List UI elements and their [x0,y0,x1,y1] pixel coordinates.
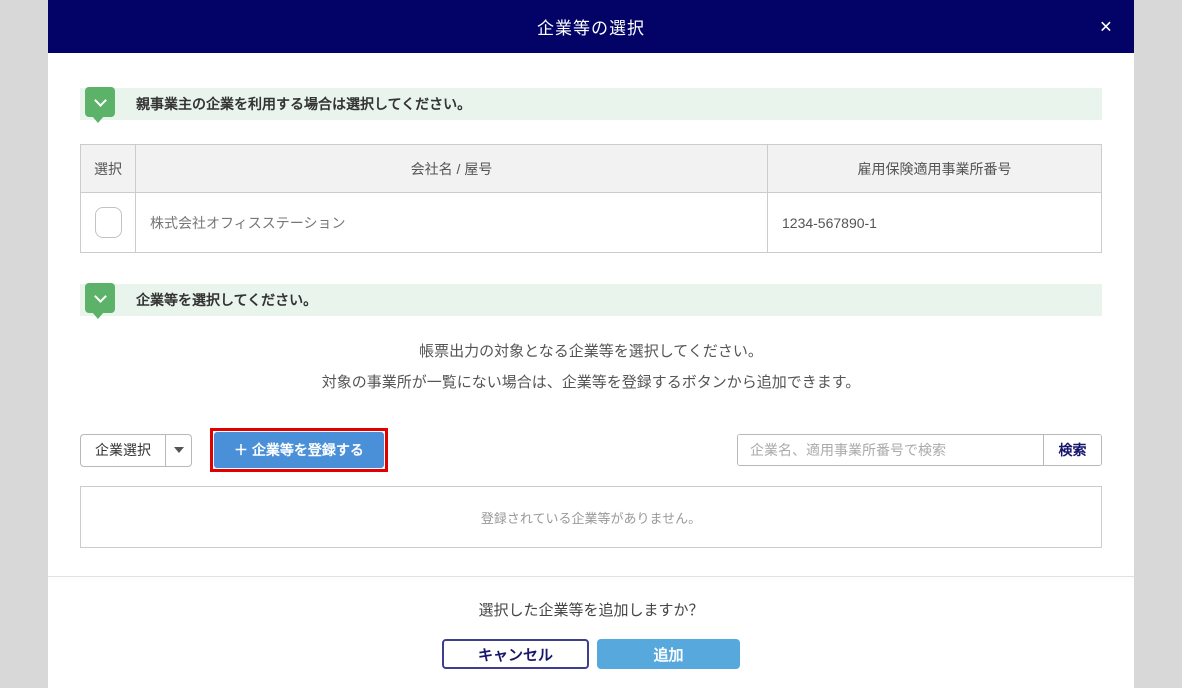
company-select-dropdown[interactable]: 企業選択 [80,433,192,467]
section-parent-label: 親事業主の企業を利用する場合は選択してください。 [136,96,472,112]
footer-divider [48,576,1134,577]
section-select-company: 企業等を選択してください。 [80,283,1102,319]
caret-segment[interactable] [165,434,191,466]
empty-company-list: 登録されている企業等がありません。 [80,486,1102,548]
instruction-line-1: 帳票出力の対象となる企業等を選択してください。 [419,343,763,360]
footer-buttons: キャンセル 追加 [48,639,1134,669]
header-company-name: 会社名 / 屋号 [135,144,768,193]
table-row: 株式会社オフィスステーション 1234-567890-1 [80,192,1102,253]
header-insurance-number: 雇用保険適用事業所番号 [767,144,1102,193]
company-select-checkbox[interactable] [94,207,122,238]
modal-header: 企業等の選択 × [48,0,1134,53]
footer-question: 選択した企業等を追加しますか？ [478,602,704,619]
section-parent-company: 親事業主の企業を利用する場合は選択してください。 [80,87,1102,123]
empty-list-message: 登録されている企業等がありません。 [480,510,702,526]
instructions: 帳票出力の対象となる企業等を選択してください。 対象の事業所が一覧にない場合は、… [48,336,1134,398]
highlight-red-frame: ＋ 企業等を登録する [210,428,388,472]
header-select: 選択 [80,144,136,193]
instruction-line-2: 対象の事業所が一覧にない場合は、企業等を登録するボタンから追加できます。 [321,374,861,391]
modal-title: 企業等の選択 [537,19,645,38]
chevron-down-icon [93,289,107,303]
close-icon[interactable]: × [1100,16,1112,37]
parent-company-table: 選択 会社名 / 屋号 雇用保険適用事業所番号 株式会社オフィスステーション 1… [80,144,1102,253]
register-company-button[interactable]: ＋ 企業等を登録する [214,432,384,468]
search-group: 検索 [737,434,1102,466]
company-select-modal: 企業等の選択 × 親事業主の企業を利用する場合は選択してください。 選択 会社名… [48,0,1134,688]
search-input[interactable] [738,435,1043,465]
controls-row: 企業選択 ＋ 企業等を登録する 検索 [80,428,1102,472]
company-name-cell: 株式会社オフィスステーション [135,192,768,253]
add-button[interactable]: 追加 [597,639,740,669]
caret-down-icon [173,447,184,453]
chevron-down-badge-icon [85,283,115,319]
chevron-down-icon [93,93,107,107]
section-select-label: 企業等を選択してください。 [136,292,318,308]
cancel-button[interactable]: キャンセル [442,639,589,669]
select-cell [80,192,136,253]
insurance-number-cell: 1234-567890-1 [767,192,1102,253]
search-button[interactable]: 検索 [1043,435,1101,465]
chevron-down-badge-icon [85,87,115,123]
table-header-row: 選択 会社名 / 屋号 雇用保険適用事業所番号 [80,144,1102,193]
company-select-dropdown-label: 企業選択 [95,442,151,458]
